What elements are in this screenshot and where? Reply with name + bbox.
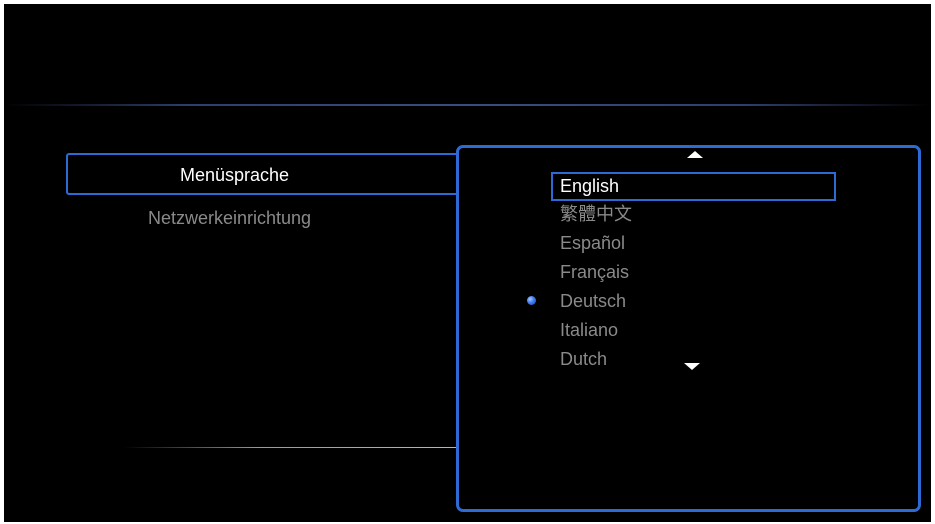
language-option-label: Français <box>560 262 630 282</box>
language-option-dutch[interactable]: Dutch <box>551 346 836 375</box>
language-option-label: 繁體中文 <box>560 204 632 224</box>
scroll-up-icon[interactable] <box>687 151 703 158</box>
language-option-english[interactable]: English <box>551 172 836 201</box>
menu-item-network-setup[interactable]: Netzwerkeinrichtung <box>66 198 461 240</box>
tv-screen: Menüsprache Netzwerkeinrichtung English … <box>4 4 931 522</box>
menu-bottom-divider <box>124 447 464 448</box>
language-option-spanish[interactable]: Español <box>551 230 836 259</box>
language-option-traditional-chinese[interactable]: 繁體中文 <box>551 201 836 230</box>
language-option-label: Italiano <box>560 320 619 340</box>
header-divider <box>4 104 931 106</box>
menu-item-label: Netzwerkeinrichtung <box>148 208 312 228</box>
language-option-french[interactable]: Français <box>551 259 836 288</box>
active-language-indicator-icon <box>527 296 536 305</box>
language-option-label: Dutch <box>560 349 608 369</box>
menu-item-menu-language[interactable]: Menüsprache <box>66 153 461 195</box>
language-option-italian[interactable]: Italiano <box>551 317 836 346</box>
language-option-label: English <box>560 176 620 196</box>
language-option-label: Español <box>560 233 626 253</box>
menu-item-label: Menüsprache <box>180 165 290 185</box>
language-option-label: Deutsch <box>560 291 627 311</box>
language-selection-panel: English 繁體中文 Español Français Deutsch It… <box>456 145 921 512</box>
language-option-german[interactable]: Deutsch <box>551 288 836 317</box>
scroll-down-icon[interactable] <box>684 363 700 370</box>
